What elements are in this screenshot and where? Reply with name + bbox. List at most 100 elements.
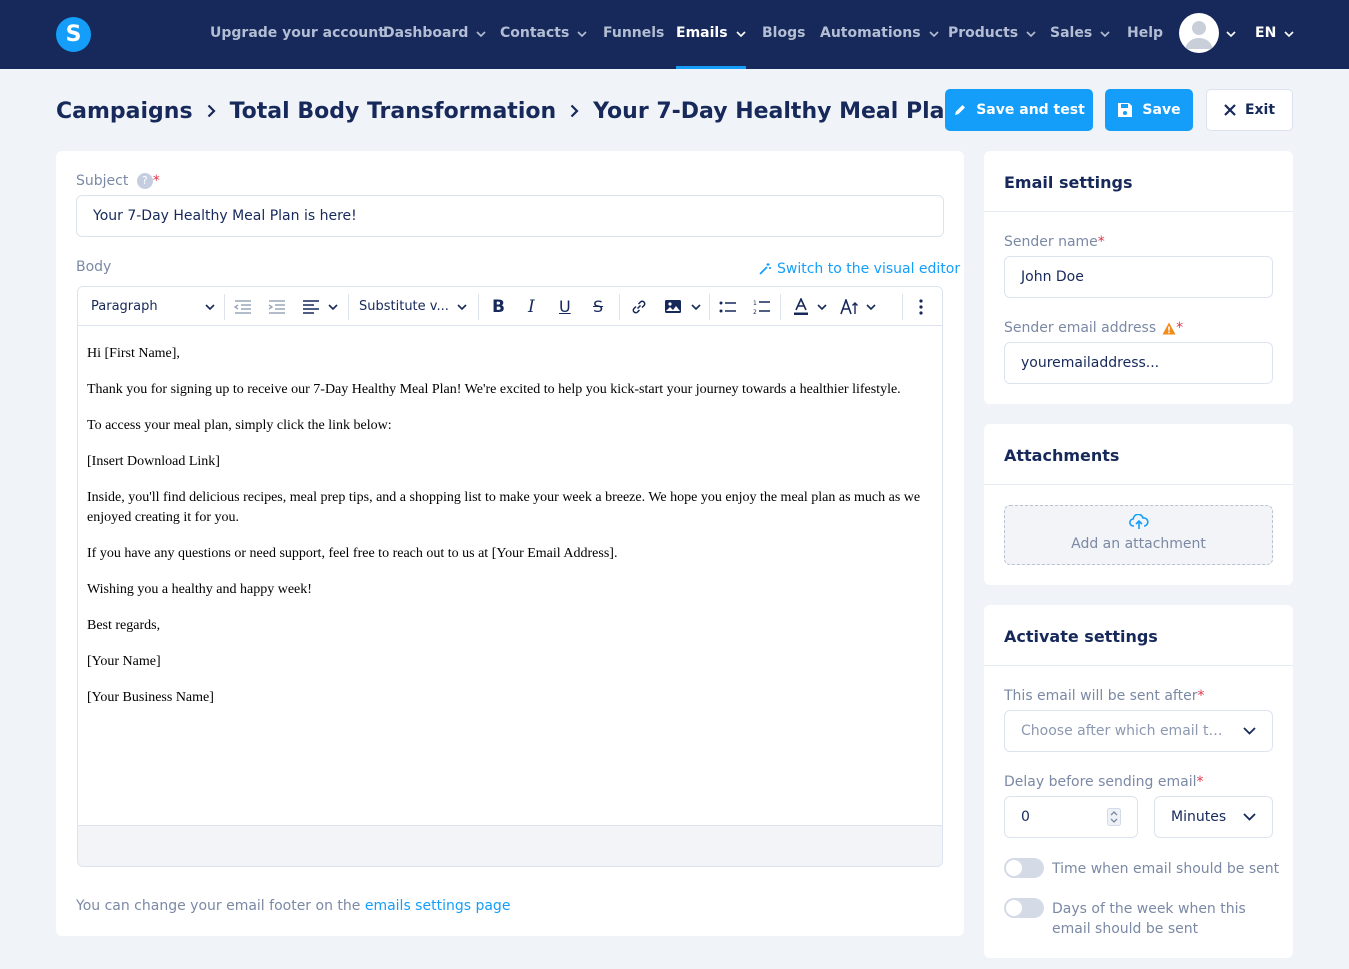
emails-settings-link[interactable]: emails settings page bbox=[365, 898, 511, 914]
days-of-week-toggle[interactable] bbox=[1004, 898, 1044, 918]
chevron-down-icon[interactable] bbox=[817, 287, 827, 326]
chevron-right-icon bbox=[207, 104, 216, 118]
editor-content[interactable]: Hi [First Name], Thank you for signing u… bbox=[87, 344, 937, 724]
nav-upgrade[interactable]: Upgrade your account bbox=[210, 0, 385, 69]
breadcrumb-campaign[interactable]: Total Body Transformation bbox=[230, 99, 557, 124]
body-paragraph: Best regards, bbox=[87, 618, 161, 633]
nav-upgrade-label: Upgrade your account bbox=[210, 25, 385, 41]
nav-sales-label: Sales bbox=[1050, 25, 1093, 41]
nav-products[interactable]: Products bbox=[948, 0, 1036, 69]
delay-number-input[interactable]: 0 bbox=[1004, 796, 1138, 838]
nav-help-label: Help bbox=[1127, 25, 1164, 41]
bulleted-list-icon[interactable] bbox=[719, 287, 737, 326]
add-attachment-label: Add an attachment bbox=[1071, 536, 1206, 552]
substitute-variable-label: Substitute v... bbox=[359, 299, 449, 314]
language-selector[interactable]: EN bbox=[1255, 0, 1294, 69]
indent-icon[interactable] bbox=[268, 287, 286, 326]
nav-blogs[interactable]: Blogs bbox=[762, 0, 805, 69]
paragraph-format-dropdown[interactable]: Paragraph bbox=[91, 287, 215, 326]
svg-text:1: 1 bbox=[753, 300, 757, 307]
delay-unit-select[interactable]: Minutes bbox=[1154, 796, 1273, 838]
footer-note: You can change your email footer on the … bbox=[76, 898, 511, 914]
nav-help[interactable]: Help bbox=[1127, 0, 1163, 69]
switch-visual-editor-link[interactable]: Switch to the visual editor bbox=[758, 261, 960, 277]
nav-sales[interactable]: Sales bbox=[1050, 0, 1110, 69]
body-paragraph: [Your Business Name] bbox=[87, 690, 214, 705]
save-and-test-label: Save and test bbox=[976, 102, 1085, 118]
subject-label: Subject ? * bbox=[76, 173, 160, 189]
chevron-down-icon bbox=[457, 299, 467, 314]
body-label: Body bbox=[76, 259, 112, 275]
chevron-down-icon bbox=[1243, 809, 1256, 825]
nav-automations[interactable]: Automations bbox=[820, 0, 939, 69]
font-size-icon[interactable] bbox=[840, 287, 862, 326]
sender-name-label: Sender name* bbox=[1004, 234, 1105, 250]
image-icon[interactable] bbox=[664, 287, 682, 326]
sent-after-label: This email will be sent after* bbox=[1004, 688, 1205, 704]
magic-wand-icon bbox=[758, 262, 772, 276]
link-icon[interactable] bbox=[630, 287, 648, 326]
add-attachment-button[interactable]: Add an attachment bbox=[1004, 505, 1273, 565]
pencil-icon bbox=[953, 103, 967, 117]
nav-emails-label: Emails bbox=[676, 25, 728, 41]
body-editor: Paragraph Substitute v... B I U S 12 Hi … bbox=[77, 286, 943, 867]
help-icon[interactable]: ? bbox=[136, 173, 153, 189]
sender-email-value: youremailaddress... bbox=[1021, 355, 1160, 371]
user-avatar[interactable] bbox=[1179, 13, 1219, 53]
nav-dashboard[interactable]: Dashboard bbox=[383, 0, 486, 69]
chevron-down-icon bbox=[928, 0, 939, 66]
breadcrumb-campaigns[interactable]: Campaigns bbox=[56, 99, 193, 124]
sender-email-input[interactable]: youremailaddress... bbox=[1004, 342, 1273, 384]
body-paragraph: Inside, you'll find delicious recipes, m… bbox=[87, 490, 921, 525]
nav-emails[interactable]: Emails bbox=[676, 0, 746, 69]
bold-icon[interactable]: B bbox=[492, 287, 505, 326]
nav-contacts[interactable]: Contacts bbox=[500, 0, 587, 69]
exit-button[interactable]: Exit bbox=[1206, 89, 1293, 131]
number-stepper-icon[interactable] bbox=[1107, 808, 1121, 826]
editor-status-bar bbox=[78, 825, 942, 866]
numbered-list-icon[interactable]: 12 bbox=[753, 287, 771, 326]
chevron-down-icon bbox=[1243, 723, 1256, 739]
italic-icon[interactable]: I bbox=[528, 287, 535, 326]
save-button[interactable]: Save bbox=[1105, 89, 1193, 131]
chevron-down-icon bbox=[577, 0, 587, 66]
more-options-icon[interactable] bbox=[919, 287, 923, 326]
send-time-toggle[interactable] bbox=[1004, 858, 1044, 878]
subject-value: Your 7-Day Healthy Meal Plan is here! bbox=[93, 208, 357, 224]
activate-settings-title: Activate settings bbox=[1004, 627, 1158, 646]
exit-label: Exit bbox=[1244, 102, 1276, 118]
send-time-toggle-label: Time when email should be sent bbox=[1052, 861, 1280, 877]
substitute-variable-dropdown[interactable]: Substitute v... bbox=[359, 287, 467, 326]
svg-text:2: 2 bbox=[753, 309, 757, 315]
cloud-upload-icon bbox=[1005, 513, 1272, 534]
top-navbar: S Upgrade your account Dashboard Contact… bbox=[0, 0, 1349, 69]
sender-name-input[interactable]: John Doe bbox=[1004, 256, 1273, 298]
nav-contacts-label: Contacts bbox=[500, 25, 570, 41]
paragraph-format-label: Paragraph bbox=[91, 299, 158, 314]
chevron-down-icon bbox=[476, 0, 486, 66]
close-icon bbox=[1224, 104, 1236, 116]
body-paragraph: To access your meal plan, simply click t… bbox=[87, 418, 392, 433]
chevron-down-icon bbox=[1226, 0, 1236, 66]
delay-value: 0 bbox=[1021, 809, 1030, 825]
font-color-icon[interactable] bbox=[793, 287, 809, 326]
breadcrumb: Campaigns Total Body Transformation Your… bbox=[56, 95, 1062, 127]
strikethrough-icon[interactable]: S bbox=[593, 287, 603, 326]
save-and-test-button[interactable]: Save and test bbox=[945, 89, 1093, 131]
floppy-disk-icon bbox=[1117, 102, 1133, 118]
sent-after-select[interactable]: Choose after which email to a... bbox=[1004, 710, 1273, 752]
chevron-down-icon[interactable] bbox=[691, 287, 701, 326]
email-settings-title: Email settings bbox=[1004, 173, 1133, 192]
avatar-menu-toggle[interactable] bbox=[1226, 0, 1236, 69]
app-logo[interactable]: S bbox=[56, 17, 91, 52]
underline-icon[interactable]: U bbox=[559, 287, 571, 326]
chevron-down-icon[interactable] bbox=[328, 287, 338, 326]
nav-dashboard-label: Dashboard bbox=[383, 25, 469, 41]
outdent-icon[interactable] bbox=[234, 287, 252, 326]
chevron-down-icon bbox=[1284, 0, 1294, 66]
chevron-down-icon[interactable] bbox=[866, 287, 876, 326]
body-paragraph: If you have any questions or need suppor… bbox=[87, 546, 618, 561]
nav-funnels[interactable]: Funnels bbox=[603, 0, 664, 69]
subject-input[interactable]: Your 7-Day Healthy Meal Plan is here! bbox=[76, 195, 944, 237]
align-left-icon[interactable] bbox=[302, 287, 320, 326]
